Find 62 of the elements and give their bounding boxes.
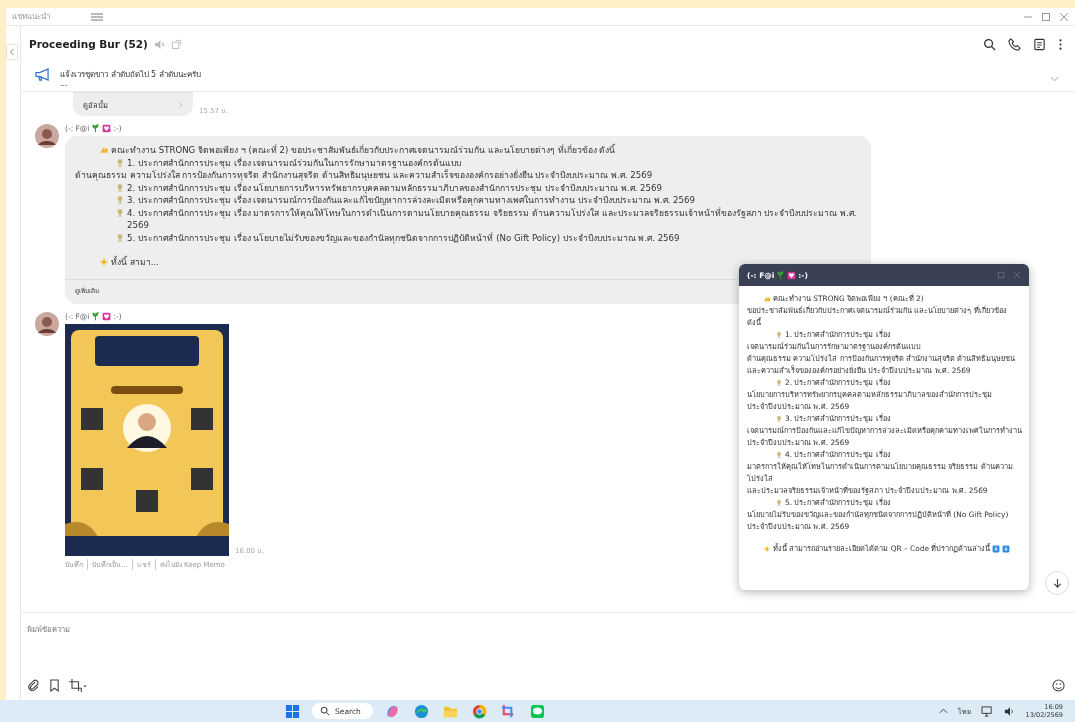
crop-icon[interactable] — [69, 679, 88, 692]
message-text: 2. ประกาศสำนักการประชุม เรื่อง นโยบายการบริหารทรัพยากรบุคคลตามหลักธรรมาภิบาลของสำนักการประชุม ประจำปีงบประมาณ พ.ศ. 2569 — [127, 181, 662, 194]
phone-icon[interactable] — [1008, 37, 1021, 51]
chevron-right-icon — [178, 100, 183, 109]
message-text: 5. ประกาศสำนักการประชุม เรื่อง นโยบายไม่รับของขวัญและของกำนัลทุกชนิดจากการปฏิบัติหน้าที่ (No Gift Policy) ประจำปีงบประมาณ พ.ศ. 2569 — [127, 231, 680, 244]
paperclip-icon[interactable] — [27, 679, 40, 692]
snipping-tool-icon[interactable] — [500, 703, 516, 719]
chrome-icon[interactable] — [471, 703, 487, 719]
plant-icon — [91, 311, 101, 321]
trophy-icon — [115, 157, 125, 168]
search-icon[interactable] — [983, 37, 996, 51]
trophy-icon — [115, 195, 125, 205]
announcement-bar[interactable]: แจ้งเวรชุดขาว ลำดับถัดไป 5 ลำดับนะครับ ... — [21, 62, 1075, 92]
avatar[interactable] — [35, 124, 59, 148]
trophy-icon — [115, 207, 125, 218]
megaphone-icon — [35, 68, 50, 81]
emoji-icon[interactable] — [1052, 679, 1065, 692]
restore-icon[interactable] — [997, 271, 1005, 279]
plant-icon — [91, 124, 101, 133]
caret-up-icon[interactable] — [938, 708, 948, 714]
scroll-down-button[interactable] — [1045, 571, 1069, 595]
chevron-down-icon — [1050, 76, 1059, 82]
message-text: 3. ประกาศสำนักการประชุม เรื่อง เจตนารมณ์การป้องกันและแก้ไขปัญหาการล่วงละเมิดหรือคุกคามทางเพศในการทำงาน ประจำปีงบประมาณ พ.ศ. 2569 — [127, 194, 695, 207]
sparkle-icon — [99, 257, 109, 267]
trophy-icon — [775, 451, 783, 459]
speaker-muted-icon — [153, 38, 165, 50]
trophy-icon — [775, 379, 783, 387]
chevron-left-icon — [9, 48, 15, 56]
chat-title: Proceeding Bur (52) — [29, 38, 148, 50]
volume-icon[interactable] — [1003, 705, 1016, 717]
heart-badge-icon — [102, 124, 112, 133]
trophy-icon — [115, 182, 125, 193]
announcement-text: แจ้งเวรชุดขาว ลำดับถัดไป 5 ลำดับนะครับ — [60, 69, 201, 81]
bookmark-icon[interactable] — [49, 679, 60, 692]
trophy-icon — [775, 331, 783, 339]
close-icon[interactable] — [1013, 271, 1021, 279]
chat-app-icon[interactable] — [529, 703, 545, 719]
arrow-down-icon — [1052, 577, 1062, 589]
sparkle-icon — [763, 545, 771, 553]
copilot-icon[interactable] — [384, 703, 400, 719]
browser-icon[interactable] — [413, 703, 429, 719]
message-text: 4. ประกาศสำนักการประชุม เรื่อง มาตรการให้คุณให้โทษในการดำเนินการตามนโยบายคุณธรรม จริยธรรม ด้านความโปร่งใส และประมวลจริยธรรมเจ้าหน้าที่ของรัฐสภา ประจำปีงบประมาณ พ.ศ. 2569 — [127, 206, 858, 232]
window-title: แชทแนะนำ — [12, 11, 50, 23]
more-icon[interactable] — [1058, 37, 1063, 51]
filter-icon[interactable] — [90, 11, 104, 22]
notes-icon[interactable] — [1033, 37, 1046, 51]
trophy-icon — [775, 499, 783, 507]
ellipsis-text: ... — [60, 81, 69, 87]
trophy-icon — [115, 232, 125, 243]
close-icon[interactable] — [1059, 11, 1069, 22]
trophy-icon — [775, 415, 783, 423]
avatar[interactable] — [35, 311, 59, 336]
heart-badge-icon — [102, 311, 112, 321]
message-text: 1. ประกาศสำนักการประชุม เรื่อง เจตนารมณ์ร่วมกันในการรักษามาตรฐานองค์กรต้นแบบ — [127, 156, 462, 169]
windows-start-icon[interactable] — [285, 703, 300, 719]
plant-icon — [776, 270, 786, 280]
message-text: ทั้งนี้ สามา... — [111, 256, 159, 269]
maximize-icon[interactable] — [1041, 11, 1051, 22]
heart-badge-icon — [787, 270, 797, 280]
message-text: ด้านคุณธรรม ความโปร่งใส การป้องกันการทุจริต สำนักงานสุจริต ด้านสิทธิมนุษยชน และความสำเร็จขององค์กรอย่างยั่งยืน ประจำปีงบประมาณ พ.ศ. 2569 — [75, 169, 653, 181]
message-text: คณะทำงาน STRONG จิตพอเพียง ฯ (คณะที่ 2) ขอประชาสัมพันธ์เกี่ยวกับประกาศเจตนารมณ์ร่วมกัน และนโยบายต่างๆ ที่เกี่ยวข้อง ดังนี้ — [111, 144, 616, 157]
search-icon — [320, 706, 330, 716]
